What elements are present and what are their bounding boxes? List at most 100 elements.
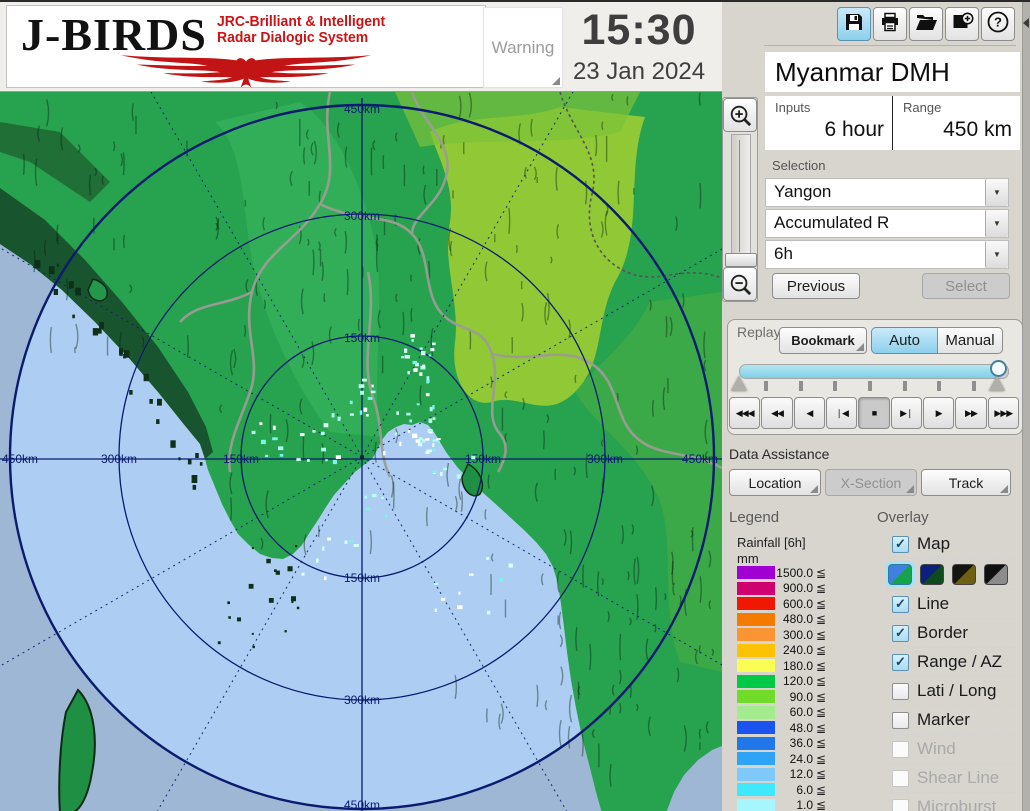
less-equal-icon: ≦: [816, 627, 827, 642]
product-dropdown[interactable]: Accumulated R ▼: [765, 209, 1009, 238]
range-ring-label: 450km: [344, 798, 380, 811]
period-dropdown[interactable]: 6h ▼: [765, 240, 1009, 269]
legend-row: 60.0 ≦: [737, 705, 837, 721]
step-back-button[interactable]: ❘◀: [825, 397, 858, 429]
select-button[interactable]: Select: [922, 273, 1010, 299]
legend-row: 1500.0 ≦: [737, 565, 837, 581]
replay-end-marker[interactable]: [989, 376, 1005, 391]
replay-manual-button[interactable]: Manual: [937, 327, 1003, 354]
legend-value: 12.0: [789, 767, 813, 782]
zoom-in-button[interactable]: [723, 98, 757, 132]
replay-auto-button[interactable]: Auto: [871, 327, 938, 354]
inputs-range-box: Inputs 6 hour Range 450 km: [765, 96, 1020, 150]
overlay-item-range-az[interactable]: ✓ Range / AZ: [886, 648, 1016, 677]
capture-button[interactable]: [945, 7, 979, 41]
site-dropdown[interactable]: Yangon ▼: [765, 178, 1009, 207]
inputs-label: Inputs: [775, 100, 811, 115]
step-forward-button[interactable]: ▶❘: [890, 397, 922, 429]
replay-progress-track[interactable]: [739, 364, 1009, 379]
chevron-down-icon[interactable]: ▼: [985, 241, 1008, 268]
range-ring-label: 450km: [344, 102, 380, 116]
range-label: Range: [903, 100, 942, 115]
range-ring-label: 450km: [2, 452, 38, 466]
tick-mark: [902, 381, 907, 391]
range-ring-label: 300km: [587, 452, 623, 466]
folder-icon: [914, 10, 938, 39]
overlay-item-border[interactable]: ✓ Border: [886, 619, 1016, 648]
checkbox-lati-long[interactable]: [892, 682, 909, 700]
checkbox-range-az[interactable]: ✓: [892, 653, 909, 671]
play-button[interactable]: ▶: [922, 397, 955, 429]
fast-forward-button[interactable]: ▶▶: [955, 397, 987, 429]
location-button[interactable]: Location: [729, 469, 821, 496]
less-equal-icon: ≦: [816, 596, 827, 611]
overlay-item-line[interactable]: ✓ Line: [886, 590, 1016, 619]
legend-color-swatch: [737, 581, 775, 595]
checkbox-map[interactable]: ✓: [892, 535, 909, 553]
overlay-section-label: Overlay: [877, 509, 929, 526]
chevron-down-icon[interactable]: ▼: [985, 179, 1008, 206]
overlay-item-microburst: Microburst: [886, 793, 1016, 811]
options-corner-icon: [856, 343, 864, 351]
replay-start-marker[interactable]: [731, 376, 747, 391]
checkbox-marker[interactable]: [892, 711, 909, 729]
zoom-slider-thumb[interactable]: [725, 253, 757, 267]
map-style-swatch-2[interactable]: [920, 563, 944, 585]
selection-label: Selection: [772, 158, 826, 173]
checkbox-microburst[interactable]: [892, 798, 909, 811]
checkbox-wind[interactable]: [892, 740, 909, 758]
overlay-item-map[interactable]: ✓ Map: [886, 530, 1016, 559]
station-name: Myanmar DMH: [775, 56, 950, 87]
checkbox-line[interactable]: ✓: [892, 595, 909, 613]
replay-progress-thumb[interactable]: [990, 360, 1007, 377]
collapse-left-arrow-icon[interactable]: [1023, 18, 1029, 28]
x-section-button[interactable]: X-Section: [825, 469, 917, 496]
legend-row: 6.0 ≦: [737, 782, 837, 798]
checkbox-border[interactable]: ✓: [892, 624, 909, 642]
print-button[interactable]: [873, 7, 907, 41]
legend-row: 48.0 ≦: [737, 720, 837, 736]
play-backward-button[interactable]: ◀: [793, 397, 825, 429]
panel-collapse-strip[interactable]: [1022, 2, 1030, 811]
bookmark-button[interactable]: Bookmark: [779, 327, 867, 354]
legend-row: 600.0 ≦: [737, 596, 837, 612]
options-corner-icon: [906, 485, 914, 493]
tick-mark: [833, 381, 838, 391]
legend-value: 90.0: [789, 689, 813, 704]
zoom-out-button[interactable]: [723, 267, 757, 301]
less-equal-icon: ≦: [816, 782, 827, 797]
logo: J-BIRDS JRC-Brilliant & Intelligent Rada…: [6, 5, 486, 88]
inputs-column: Inputs 6 hour: [765, 96, 892, 150]
fast-rewind-button[interactable]: ◀◀: [761, 397, 793, 429]
less-equal-icon: ≦: [816, 798, 827, 811]
jump-end-button[interactable]: ▶▶▶: [987, 397, 1019, 429]
inputs-value: 6 hour: [824, 118, 884, 141]
overlay-item-lati-long[interactable]: Lati / Long: [886, 677, 1016, 706]
help-button[interactable]: ?: [981, 7, 1015, 41]
save-button[interactable]: [837, 7, 871, 41]
overlay-item-marker[interactable]: Marker: [886, 706, 1016, 735]
map-style-swatch-3[interactable]: [952, 563, 976, 585]
chevron-down-icon[interactable]: ▼: [985, 210, 1008, 237]
jump-start-button[interactable]: ◀◀◀: [729, 397, 761, 429]
range-ring-label: 300km: [344, 693, 380, 707]
checkbox-shear-line[interactable]: [892, 769, 909, 787]
radar-map[interactable]: 150km 150km 150km 150km 300km 300km 300km 300km…: [0, 92, 722, 811]
stop-button[interactable]: ■: [858, 397, 890, 429]
legend-color-swatch: [737, 659, 775, 673]
clock: 15:30 23 Jan 2024: [556, 4, 722, 90]
zoom-slider[interactable]: [731, 134, 751, 266]
map-style-swatch-4[interactable]: [984, 563, 1008, 585]
tick-mark: [798, 381, 803, 391]
track-button[interactable]: Track: [921, 469, 1011, 496]
overlay-label: Lati / Long: [917, 681, 997, 700]
range-ring-label: 450km: [682, 452, 718, 466]
tick-mark: [937, 381, 942, 391]
legend-color-swatch: [737, 597, 775, 611]
previous-button[interactable]: Previous: [772, 273, 860, 299]
legend-row: 36.0 ≦: [737, 736, 837, 752]
warning-button[interactable]: Warning: [483, 7, 563, 88]
map-style-swatch-1[interactable]: [888, 563, 912, 585]
overlay-label: Range / AZ: [917, 652, 1003, 671]
open-button[interactable]: [909, 7, 943, 41]
